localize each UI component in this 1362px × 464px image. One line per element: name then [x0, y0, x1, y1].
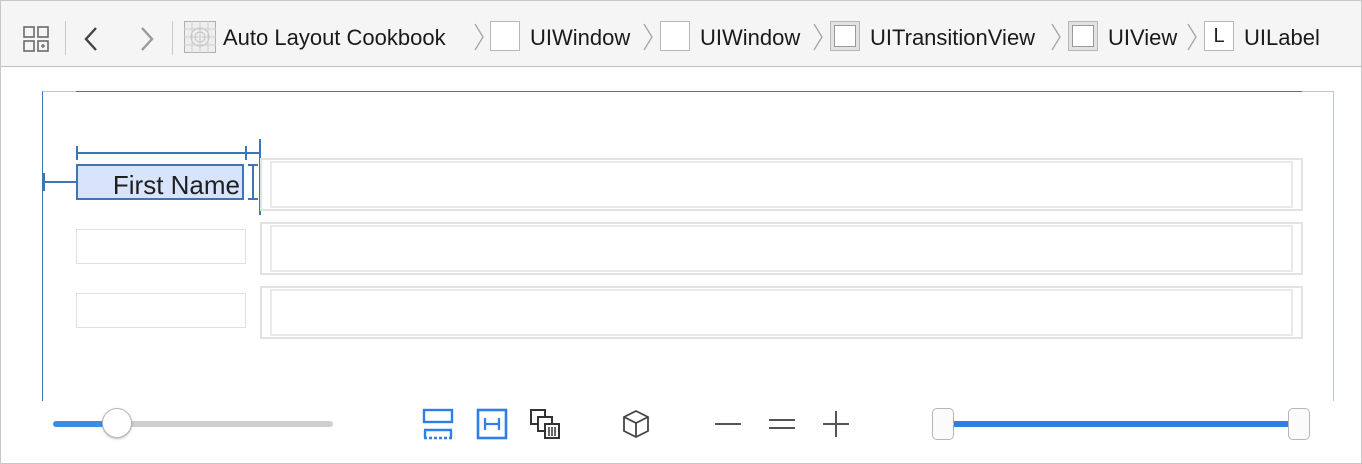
align-icon[interactable]: [476, 408, 508, 445]
window-icon: [660, 21, 690, 51]
width-constraint: [77, 152, 245, 154]
chevron-right-icon: [642, 22, 654, 57]
chevron-right-icon: [1186, 22, 1198, 57]
pin-icon[interactable]: [529, 408, 561, 445]
toolbar-separator: [172, 21, 173, 55]
width-constraint-cap: [76, 146, 78, 160]
debug-view-hierarchy-icon[interactable]: [620, 408, 652, 445]
zoom-out-icon[interactable]: [714, 410, 742, 443]
middle-name-text-field[interactable]: [260, 222, 1303, 275]
window-icon: [490, 21, 520, 51]
leading-constraint-cap: [43, 173, 45, 191]
breadcrumb-uitransitionview[interactable]: UITransitionView: [870, 23, 1035, 53]
height-constraint: [252, 164, 254, 200]
breadcrumb-uiwindow[interactable]: UIWindow: [700, 23, 800, 53]
actual-size-icon[interactable]: [768, 410, 796, 443]
chevron-right-icon: [1050, 22, 1062, 57]
chevron-right-icon: [473, 22, 485, 57]
zoom-in-icon[interactable]: [822, 410, 850, 443]
embed-in-stack-icon[interactable]: [422, 408, 454, 445]
view-icon: [830, 21, 860, 51]
middle-name-label[interactable]: [76, 229, 246, 264]
breadcrumb-uiview[interactable]: UIView: [1108, 23, 1177, 53]
back-button[interactable]: [82, 25, 100, 58]
related-items-icon[interactable]: [23, 26, 49, 57]
breadcrumb-uiwindow[interactable]: UIWindow: [530, 23, 630, 53]
range-slider-start-handle[interactable]: [932, 408, 954, 440]
last-name-text-field[interactable]: [260, 286, 1303, 339]
first-name-label[interactable]: First Name: [76, 164, 244, 200]
view-icon: [1068, 21, 1098, 51]
label-icon: L: [1204, 21, 1234, 51]
toolbar-separator: [65, 21, 66, 55]
storyboard-icon: [184, 21, 216, 58]
layout-margin-guide: [76, 91, 1302, 92]
range-slider-end-handle[interactable]: [1288, 408, 1310, 440]
first-name-text-field[interactable]: [260, 158, 1303, 211]
height-constraint-cap: [248, 164, 258, 166]
chevron-right-icon: [812, 22, 824, 57]
range-slider-track[interactable]: [945, 421, 1295, 427]
forward-button[interactable]: [138, 25, 156, 58]
breadcrumb-uilabel[interactable]: UILabel: [1244, 23, 1320, 53]
height-constraint-cap: [248, 198, 258, 200]
last-name-label[interactable]: [76, 293, 246, 328]
first-name-label-text: First Name: [112, 170, 240, 200]
leading-constraint: [43, 181, 76, 183]
breadcrumb-storyboard[interactable]: Auto Layout Cookbook: [223, 23, 446, 53]
